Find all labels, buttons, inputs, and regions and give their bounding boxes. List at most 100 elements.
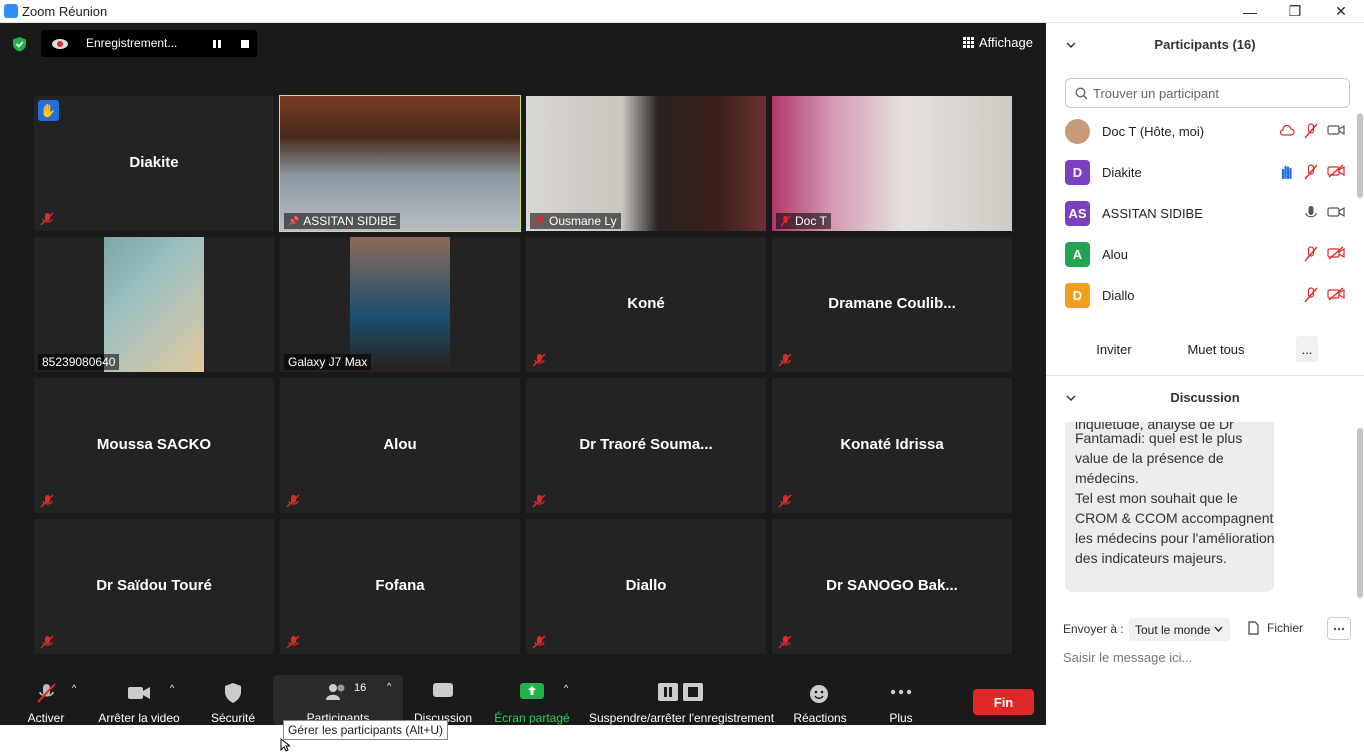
stop-recording-icon[interactable] xyxy=(240,39,250,49)
restore-button[interactable]: ❐ xyxy=(1272,0,1318,23)
pin-icon: 📌 xyxy=(288,215,300,226)
participant-name: Fofana xyxy=(375,577,425,594)
chat-scrollbar[interactable] xyxy=(1357,428,1363,598)
view-label: Affichage xyxy=(979,35,1033,50)
participant-name: Doc T xyxy=(795,214,827,228)
chat-more-button[interactable] xyxy=(1327,617,1351,640)
participant-row[interactable]: D Diallo xyxy=(1065,282,1345,308)
more-button[interactable]: Plus xyxy=(880,681,922,725)
participant-name: Galaxy J7 Max xyxy=(288,355,368,369)
muted-mic-icon xyxy=(40,494,54,508)
chat-title: Discussion xyxy=(1170,390,1240,405)
video-options-caret[interactable]: ^ xyxy=(170,683,174,693)
close-button[interactable]: ✕ xyxy=(1318,0,1364,23)
video-tile[interactable]: Dr SANOGO Bak... xyxy=(772,519,1012,654)
end-meeting-button[interactable]: Fin xyxy=(973,689,1034,715)
video-tile[interactable]: Dramane Coulib... xyxy=(772,237,1012,372)
video-camera-icon xyxy=(1327,124,1345,136)
participants-scrollbar[interactable] xyxy=(1357,113,1363,198)
stop-video-button[interactable]: Arrêter la video xyxy=(97,681,181,725)
chat-message-bubble: inquiétude, analyse de Dr Fantamadi: que… xyxy=(1065,422,1274,592)
reactions-button[interactable]: Réactions xyxy=(792,681,848,725)
share-screen-icon xyxy=(520,683,544,699)
video-tile[interactable]: Moussa SACKO xyxy=(34,378,274,513)
participant-row[interactable]: D Diakite xyxy=(1065,159,1345,185)
video-tile[interactable]: Dr Traoré Souma... xyxy=(526,378,766,513)
muted-mic-icon xyxy=(778,494,792,508)
participants-button[interactable]: 16 ^ Participants xyxy=(273,675,403,725)
participants-icon xyxy=(326,684,345,700)
recording-label: Enregistrement... xyxy=(86,36,178,50)
participant-status-icons xyxy=(1303,205,1345,221)
participant-name: Konaté Idrissa xyxy=(840,436,944,453)
video-tile[interactable]: Ousmane Ly xyxy=(526,96,766,231)
send-to-dropdown[interactable]: Tout le monde xyxy=(1129,618,1230,641)
participant-name: Dramane Coulib... xyxy=(828,295,956,312)
title-bar: Zoom Réunion — ❐ ✕ xyxy=(0,0,1364,23)
video-tile[interactable]: Galaxy J7 Max xyxy=(280,237,520,372)
video-feed xyxy=(280,96,520,231)
mic-icon xyxy=(1305,206,1317,218)
muted-mic-icon xyxy=(532,353,546,367)
minimize-button[interactable]: — xyxy=(1227,0,1273,23)
cloud-record-icon xyxy=(52,39,68,49)
muted-mic-icon xyxy=(286,494,300,508)
tile-name-label: 📌 ASSITAN SIDIBE xyxy=(284,213,401,229)
participant-status-icons xyxy=(1303,246,1345,262)
zoom-app-icon xyxy=(4,4,18,18)
participant-name: Alou xyxy=(383,436,417,453)
more-dots-icon xyxy=(890,689,912,695)
chat-message-part2: Tel est mon souhait que le CROM & CCOM a… xyxy=(1075,490,1274,566)
security-label: Sécurité xyxy=(210,711,256,725)
dropdown-chevron-icon xyxy=(1214,626,1223,633)
record-control-button[interactable]: Suspendre/arrêter l'enregistrement xyxy=(589,681,774,725)
participant-row[interactable]: Doc T (Hôte, moi) xyxy=(1065,118,1345,144)
view-button[interactable]: Affichage xyxy=(963,35,1033,50)
tile-name-label: 85239080640 xyxy=(38,354,120,370)
muted-mic-icon xyxy=(778,353,792,367)
search-placeholder: Trouver un participant xyxy=(1093,86,1219,101)
participant-search-field[interactable]: Trouver un participant xyxy=(1065,78,1350,108)
participant-status-icons xyxy=(1279,123,1345,139)
video-tile[interactable]: Diallo xyxy=(526,519,766,654)
share-screen-button[interactable]: Écran partagé xyxy=(494,681,570,725)
meeting-area: Enregistrement... Affichage Diakite ✋ 📌 ASS… xyxy=(0,23,1046,752)
video-tile[interactable]: 85239080640 xyxy=(34,237,274,372)
chat-button[interactable]: Discussion xyxy=(412,681,474,725)
muted-mic-icon xyxy=(1304,123,1318,139)
invite-button[interactable]: Inviter xyxy=(1094,336,1134,362)
participant-name: Diakite xyxy=(129,154,179,171)
unmute-label: Activer xyxy=(27,711,65,725)
recording-indicator: Enregistrement... xyxy=(41,30,257,57)
video-off-icon xyxy=(1327,287,1345,301)
pause-stop-record-icon xyxy=(658,683,703,701)
video-tile[interactable]: Dr Saïdou Touré xyxy=(34,519,274,654)
video-tile[interactable]: Fofana xyxy=(280,519,520,654)
video-tile[interactable]: Diakite ✋ xyxy=(34,96,274,231)
share-options-caret[interactable]: ^ xyxy=(564,683,568,693)
participant-name: Ousmane Ly xyxy=(549,214,617,228)
video-tile[interactable]: Doc T xyxy=(772,96,1012,231)
participant-row[interactable]: AS ASSITAN SIDIBE xyxy=(1065,200,1345,226)
chat-message-input[interactable]: Saisir le message ici... xyxy=(1063,650,1348,665)
video-feed xyxy=(772,96,1012,231)
participant-name: Doc T (Hôte, moi) xyxy=(1102,123,1205,139)
file-button[interactable]: Fichier xyxy=(1248,621,1303,635)
video-tile[interactable]: 📌 ASSITAN SIDIBE xyxy=(279,95,521,232)
unmute-button[interactable]: Activer xyxy=(20,681,72,725)
mute-all-button[interactable]: Muet tous xyxy=(1182,336,1250,362)
video-tile[interactable]: Koné xyxy=(526,237,766,372)
pause-recording-icon[interactable] xyxy=(212,39,222,49)
security-button[interactable]: Sécurité xyxy=(207,681,259,725)
audio-options-caret[interactable]: ^ xyxy=(72,683,76,693)
participant-name: Dr SANOGO Bak... xyxy=(826,577,958,594)
video-tile[interactable]: Alou xyxy=(280,378,520,513)
raised-hand-icon xyxy=(1281,165,1292,180)
shield-icon[interactable] xyxy=(12,36,27,52)
muted-mic-icon xyxy=(286,635,300,649)
participant-row[interactable]: A Alou xyxy=(1065,241,1345,267)
participants-options-caret[interactable]: ^ xyxy=(387,681,391,691)
muted-mic-icon xyxy=(1304,287,1318,303)
video-tile[interactable]: Konaté Idrissa xyxy=(772,378,1012,513)
participants-more-button[interactable]: ... xyxy=(1296,336,1318,362)
